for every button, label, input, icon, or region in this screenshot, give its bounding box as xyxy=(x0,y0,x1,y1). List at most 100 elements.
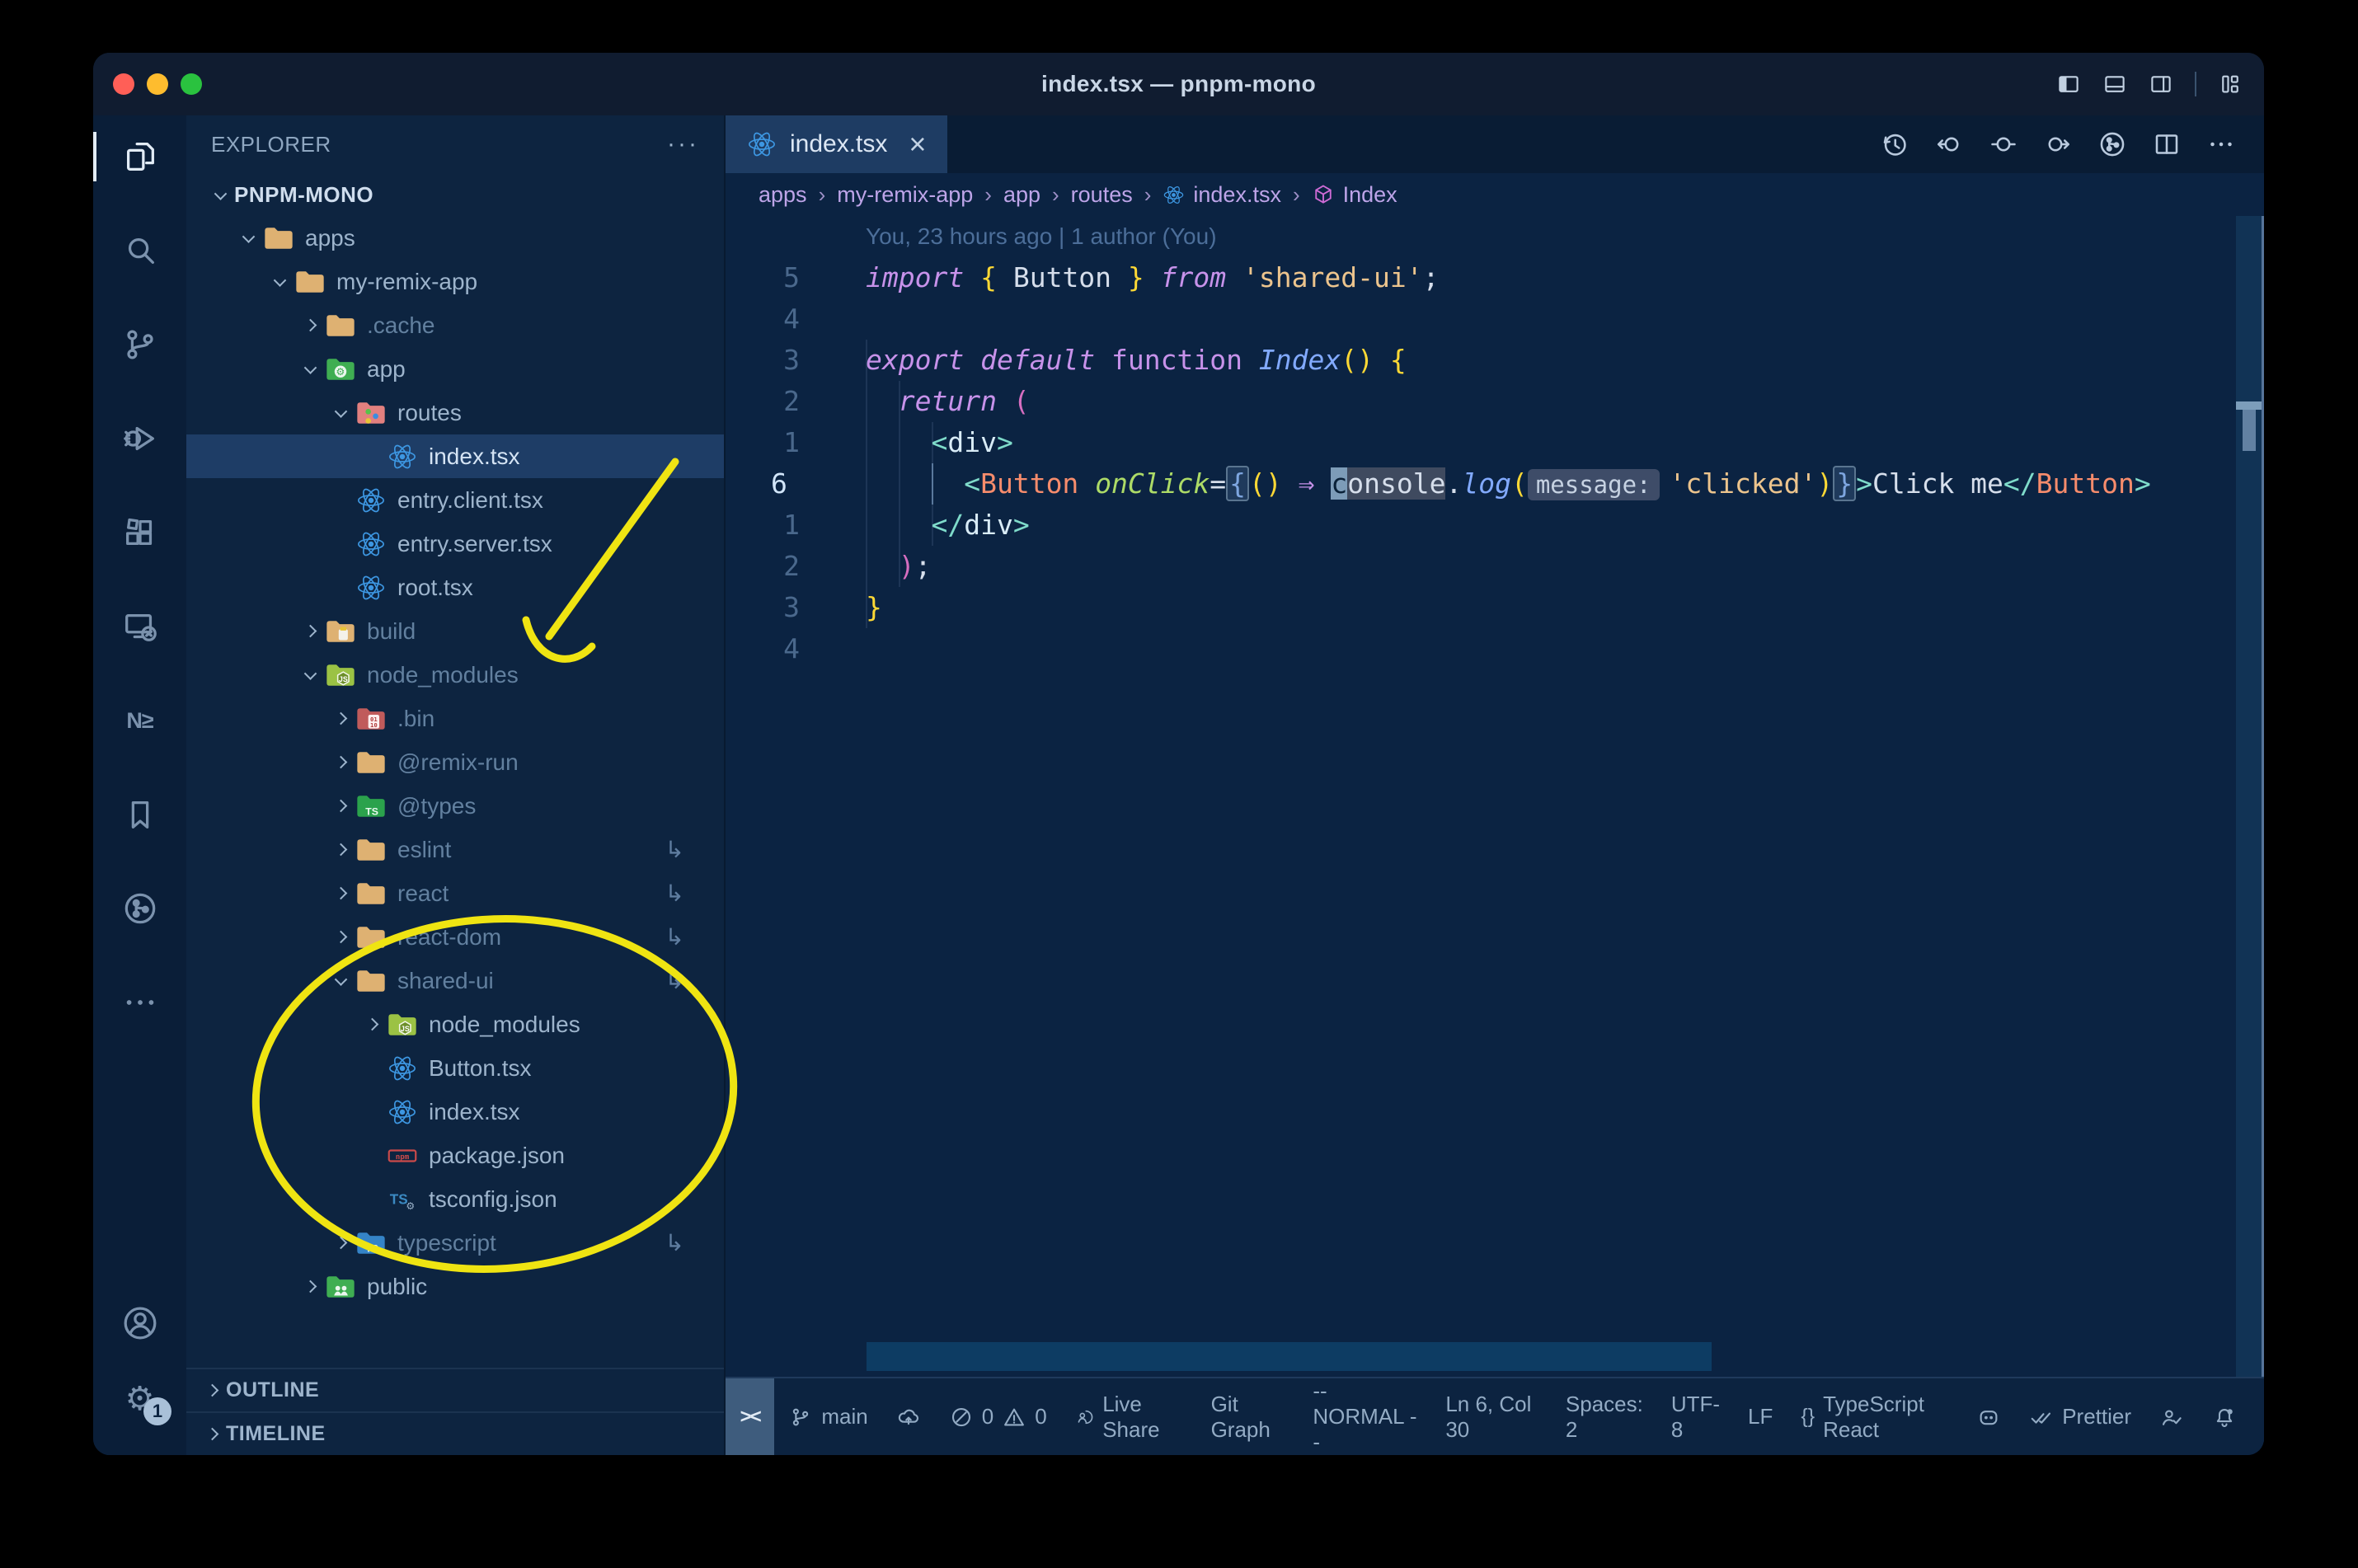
status-item-robot[interactable] xyxy=(1962,1378,2015,1455)
code-line: 3 export default function Index() { xyxy=(726,340,2264,381)
activity-search[interactable] xyxy=(93,231,186,270)
breadcrumb-item-routes[interactable]: routes xyxy=(1071,182,1133,208)
status-item-git-graph[interactable]: Git Graph xyxy=(1197,1378,1299,1455)
activity-more[interactable] xyxy=(93,983,186,1022)
code-editor[interactable]: You, 23 hours ago | 1 author (You) 5 imp… xyxy=(726,216,2264,1377)
breadcrumb: apps › my-remix-app › app › routes › index.tsx › I… xyxy=(726,173,2264,216)
chevron-down-icon xyxy=(234,230,262,243)
tree-item-react[interactable]: react ↳ xyxy=(186,871,724,915)
section-label: OUTLINE xyxy=(226,1378,320,1401)
symlink-icon: ↳ xyxy=(665,837,684,862)
close-window-button[interactable] xyxy=(113,73,134,95)
activity-settings[interactable]: ⚙ 1 xyxy=(93,1379,186,1425)
tree-item-my-remix-app[interactable]: my-remix-app xyxy=(186,260,724,303)
tree-item-Button.tsx[interactable]: Button.tsx xyxy=(186,1046,724,1090)
status-item-main[interactable]: main xyxy=(774,1378,881,1455)
folder-typescript-icon: TS xyxy=(357,1232,385,1254)
status-item-person-check[interactable] xyxy=(2145,1378,2198,1455)
status-item--normal-[interactable]: -- NORMAL -- xyxy=(1299,1378,1431,1455)
status-item-prettier[interactable]: Prettier xyxy=(2015,1378,2145,1455)
tree-item-@types[interactable]: TS @types xyxy=(186,784,724,828)
tree-item-public[interactable]: public xyxy=(186,1265,724,1308)
status-item-cloud[interactable] xyxy=(882,1378,935,1455)
change-button[interactable] xyxy=(1989,129,2018,159)
chevron-down-icon xyxy=(296,667,324,680)
vertical-scrollbar[interactable] xyxy=(2236,216,2264,1377)
zoom-window-button[interactable] xyxy=(181,73,202,95)
chevron-right-icon xyxy=(198,1383,226,1397)
svg-text:TS: TS xyxy=(365,1242,378,1254)
breadcrumb-item-Index[interactable]: Index xyxy=(1312,182,1397,208)
activity-remote-explorer[interactable] xyxy=(93,607,186,646)
activity-run-debug[interactable] xyxy=(93,419,186,458)
horizontal-scrollbar[interactable] xyxy=(867,1342,1712,1371)
tree-item-shared-ui[interactable]: shared-ui ↳ xyxy=(186,959,724,1002)
tree-item-label: shared-ui xyxy=(397,967,494,993)
chevron-right-icon xyxy=(326,930,355,944)
status-item-typescript-react[interactable]: {} TypeScript React xyxy=(1787,1378,1962,1455)
tree-item-node_modules[interactable]: JS node_modules xyxy=(186,653,724,697)
settings-badge: 1 xyxy=(143,1397,171,1425)
line-number: 6 xyxy=(771,467,787,500)
minimize-window-button[interactable] xyxy=(147,73,168,95)
code-line: 3 } xyxy=(726,587,2264,628)
tree-item-index.tsx[interactable]: index.tsx xyxy=(186,434,724,478)
tree-item-apps[interactable]: apps xyxy=(186,216,724,260)
tree-item-typescript[interactable]: TS typescript ↳ xyxy=(186,1221,724,1265)
more-actions-button[interactable] xyxy=(2206,129,2236,159)
project-root-row[interactable]: PNPM-MONO xyxy=(186,173,724,216)
activity-bookmarks[interactable] xyxy=(93,795,186,834)
person-check-icon xyxy=(2162,1409,2182,1425)
section-outline[interactable]: OUTLINE xyxy=(186,1368,724,1411)
status-item-0[interactable]: 00 xyxy=(935,1378,1061,1455)
section-timeline[interactable]: TIMELINE xyxy=(186,1411,724,1455)
breadcrumb-item-my-remix-app[interactable]: my-remix-app xyxy=(837,182,973,208)
tab-index-tsx[interactable]: index.tsx × xyxy=(726,115,948,173)
activity-accounts[interactable] xyxy=(93,1303,186,1343)
activity-nx-console[interactable]: N≥ xyxy=(93,701,186,740)
tree-item-package.json[interactable]: npm package.json xyxy=(186,1134,724,1177)
status-item-live-share[interactable]: Live Share xyxy=(1061,1378,1197,1455)
npm-icon: npm xyxy=(388,1148,417,1162)
close-tab-icon[interactable]: × xyxy=(909,129,926,159)
tree-item-label: routes xyxy=(397,399,462,425)
status-item-ln-6-col-30[interactable]: Ln 6, Col 30 xyxy=(1431,1378,1552,1455)
explorer-title: EXPLORER xyxy=(211,131,331,157)
tree-item-react-dom[interactable]: react-dom ↳ xyxy=(186,915,724,959)
tree-item-entry.server.tsx[interactable]: entry.server.tsx xyxy=(186,522,724,566)
breadcrumb-item-apps[interactable]: apps xyxy=(759,182,807,208)
line-number: 2 xyxy=(783,550,800,582)
remote-indicator[interactable]: >< xyxy=(726,1378,775,1455)
activity-extensions[interactable] xyxy=(93,513,186,552)
breadcrumb-item-index.tsx[interactable]: index.tsx xyxy=(1163,182,1281,208)
activity-explorer[interactable] xyxy=(93,132,186,181)
tree-item-entry.client.tsx[interactable]: entry.client.tsx xyxy=(186,478,724,522)
gitgraph-button[interactable] xyxy=(2097,129,2127,159)
status-item-spaces-2[interactable]: Spaces: 2 xyxy=(1552,1378,1657,1455)
explorer-more-actions-button[interactable]: ··· xyxy=(667,130,699,158)
tree-item-routes[interactable]: routes xyxy=(186,391,724,434)
toggle-secondary-sidebar-icon xyxy=(2151,76,2171,92)
tree-item-build[interactable]: build xyxy=(186,609,724,653)
tree-item-.cache[interactable]: .cache xyxy=(186,303,724,347)
tree-item-node_modules[interactable]: JS node_modules xyxy=(186,1002,724,1046)
tree-item-app[interactable]: ⚙ app xyxy=(186,347,724,391)
activity-git-graph[interactable] xyxy=(93,889,186,928)
tree-item-index.tsx[interactable]: index.tsx xyxy=(186,1090,724,1134)
next-change-button[interactable] xyxy=(2043,129,2073,159)
status-item-utf-8[interactable]: UTF-8 xyxy=(1657,1378,1734,1455)
status-item-lf[interactable]: LF xyxy=(1734,1378,1787,1455)
line-number: 3 xyxy=(783,591,800,623)
tree-item-.bin[interactable]: 01 10 .bin xyxy=(186,697,724,740)
tree-item-root.tsx[interactable]: root.tsx xyxy=(186,566,724,609)
split-editor-button[interactable] xyxy=(2152,129,2182,159)
tree-item-tsconfig.json[interactable]: TS ⚙ tsconfig.json xyxy=(186,1177,724,1221)
prev-change-button[interactable] xyxy=(1934,129,1964,159)
line-number: 1 xyxy=(783,426,800,458)
tree-item-eslint[interactable]: eslint ↳ xyxy=(186,828,724,871)
status-item-bell[interactable] xyxy=(2198,1378,2251,1455)
tree-item-@remix-run[interactable]: @remix-run xyxy=(186,740,724,784)
breadcrumb-item-app[interactable]: app xyxy=(1003,182,1040,208)
file-history-button[interactable] xyxy=(1880,129,1909,159)
activity-source-control[interactable] xyxy=(93,325,186,364)
